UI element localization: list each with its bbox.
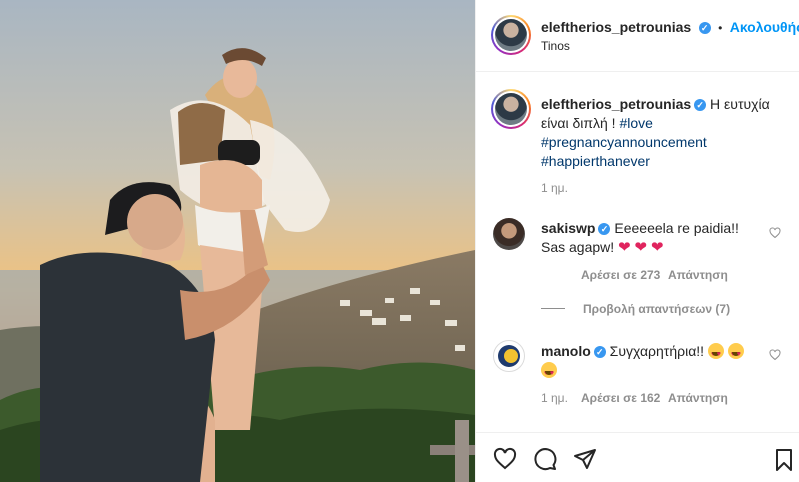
- follow-separator: •: [718, 21, 723, 35]
- red-heart-emoji-icon: ❤: [618, 239, 631, 256]
- heart-eyes-emoji-icon: [727, 343, 744, 364]
- comment-time[interactable]: 1 ημ.: [541, 391, 568, 405]
- view-replies-button[interactable]: Προβολή απαντήσεων (7): [583, 302, 730, 316]
- caption: eleftherios_petrounias ✓ Η ευτυχία είναι …: [541, 95, 786, 171]
- commenter-avatar[interactable]: [493, 218, 525, 250]
- comment-reply-button[interactable]: Απάντηση: [668, 268, 728, 282]
- comment-like-icon[interactable]: [769, 227, 781, 239]
- caption-avatar[interactable]: [491, 89, 531, 129]
- caption-username[interactable]: eleftherios_petrounias: [541, 96, 691, 112]
- comment-icon[interactable]: [532, 447, 558, 471]
- verified-badge-icon: ✓: [698, 22, 711, 34]
- caption-time[interactable]: 1 ημ.: [541, 181, 568, 195]
- heart-eyes-emoji-icon: [541, 362, 557, 383]
- author-username[interactable]: eleftherios_petrounias: [541, 19, 691, 35]
- hashtag-link[interactable]: #pregnancyannouncement: [541, 134, 707, 150]
- comment-text: Eeeeeela re paidia!!: [614, 220, 739, 236]
- verified-badge-icon: ✓: [694, 99, 707, 111]
- post-header: eleftherios_petrounias ✓ • Ακολουθήστ Ti…: [476, 0, 799, 72]
- bookmark-icon[interactable]: [772, 447, 796, 473]
- heart-eyes-emoji-icon: [707, 343, 724, 364]
- heart-icon[interactable]: [492, 447, 518, 471]
- comment-text: Συγχαρητήρια!!: [609, 343, 705, 359]
- comment-text: Sas agapw!: [541, 239, 615, 255]
- replies-divider: [541, 308, 565, 309]
- post-side-panel: eleftherios_petrounias ✓ • Ακολουθήστ Ti…: [475, 0, 799, 482]
- post-photo[interactable]: [0, 0, 475, 482]
- red-heart-emoji-icon: ❤: [634, 239, 648, 256]
- red-heart-emoji-icon: ❤: [651, 239, 664, 256]
- verified-badge-icon: ✓: [593, 346, 606, 358]
- verified-badge-icon: ✓: [598, 223, 611, 235]
- follow-button[interactable]: Ακολουθήστ: [730, 19, 799, 35]
- commenter-avatar[interactable]: [493, 340, 525, 372]
- paper-plane-icon[interactable]: [572, 447, 598, 471]
- author-avatar[interactable]: [491, 15, 531, 55]
- comment-likes[interactable]: Αρέσει σε 273: [581, 268, 660, 282]
- comment: sakiswp ✓ Eeeeeela re paidia!! Sas agapw!…: [541, 219, 766, 257]
- post-location[interactable]: Tinos: [541, 39, 570, 53]
- hashtag-link[interactable]: #love: [619, 115, 652, 131]
- post-actions-bar: [476, 432, 799, 482]
- comment-like-icon[interactable]: [769, 349, 781, 361]
- comment-likes[interactable]: Αρέσει σε 162: [581, 391, 660, 405]
- comment-reply-button[interactable]: Απάντηση: [668, 391, 728, 405]
- post-image: [0, 0, 475, 482]
- comment: manolo ✓ Συγχαρητήρια!!: [541, 342, 766, 383]
- comment-username[interactable]: sakiswp: [541, 220, 595, 236]
- hashtag-link[interactable]: #happierthanever: [541, 153, 650, 169]
- comment-meta: 1 ημ.: [541, 268, 578, 282]
- comment-username[interactable]: manolo: [541, 343, 591, 359]
